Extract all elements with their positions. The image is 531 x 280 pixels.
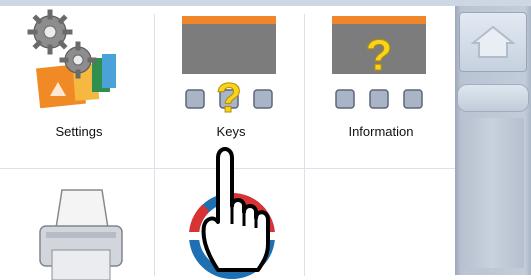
svg-text:?: ? [216,74,242,116]
printer-icon [39,189,123,280]
tile-label: Settings [55,124,103,139]
grid-divider [154,14,155,276]
tile-settings[interactable]: Settings [4,6,154,162]
information-icon: ? [332,16,426,109]
scroll-track[interactable] [460,118,524,268]
tile-keys[interactable]: ? Keys [156,6,306,162]
tile-information[interactable]: ? Information [306,6,456,162]
home-icon [471,25,515,58]
tile-label: Keys [216,124,246,139]
svg-text:?: ? [366,31,393,80]
home-button[interactable] [459,12,527,72]
scroll-grip[interactable] [457,84,529,112]
keys-icon: ? [182,16,276,116]
tile-printer[interactable] [4,170,154,280]
side-panel [455,6,531,275]
tile-label: Information [348,124,414,139]
settings-icon [27,9,116,108]
hand-pointer-icon [201,147,270,272]
